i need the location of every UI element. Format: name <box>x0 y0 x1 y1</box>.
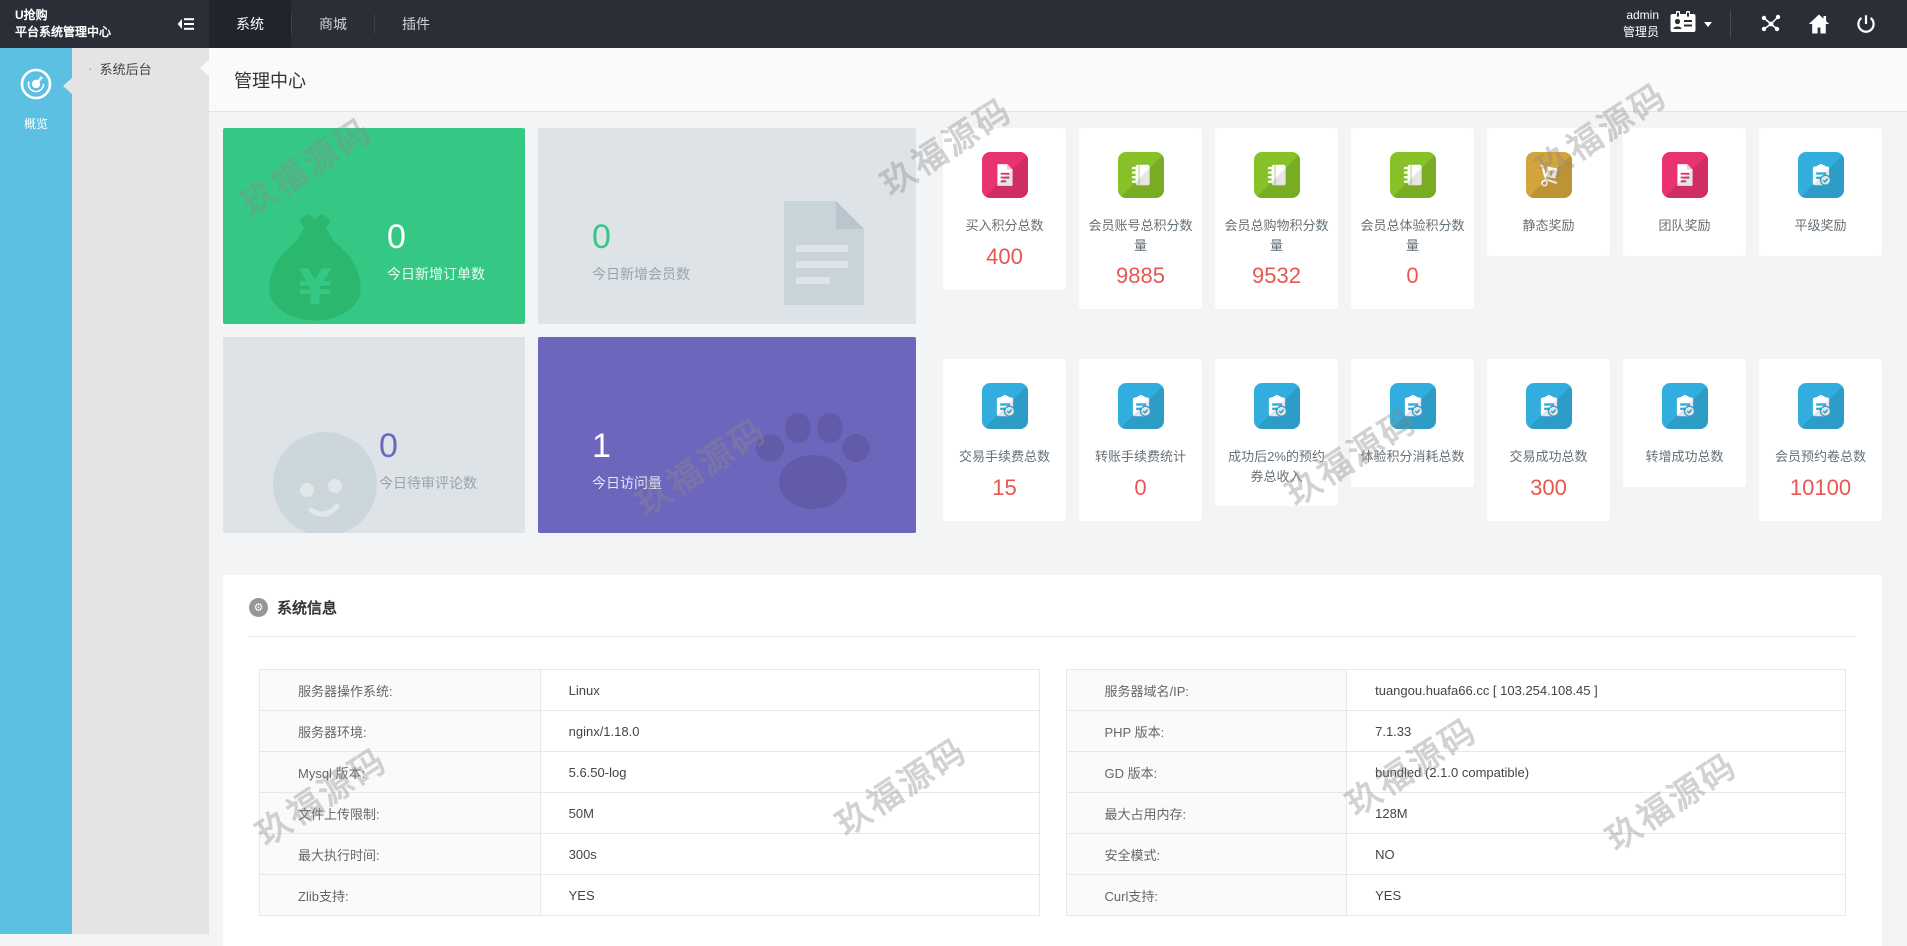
sidebar-toggle-icon[interactable] <box>175 15 195 33</box>
submenu-item-label: 系统后台 <box>100 59 152 78</box>
stat-card-visits: 1 今日访问量 <box>538 337 916 533</box>
user-role: 管理员 <box>1623 24 1659 41</box>
stat-card-buy-points: 买入积分总数 400 <box>943 128 1066 290</box>
stat-card-account-total-points: 会员账号总积分数量 9885 <box>1079 128 1202 309</box>
blue-clipboard-icon <box>1118 383 1164 429</box>
table-row: 服务器操作系统:Linux <box>260 670 1040 711</box>
panel-divider <box>249 636 1856 637</box>
id-card-icon <box>1669 10 1697 39</box>
home-icon[interactable] <box>1795 12 1843 36</box>
sidebar-active-notch <box>63 78 72 94</box>
stat-card-team-reward: 团队奖励 <box>1623 128 1746 256</box>
table-row: 服务器域名/IP:tuangou.huafa66.cc [ 103.254.10… <box>1066 670 1846 711</box>
page-title: 管理中心 <box>234 67 306 93</box>
stat-card-static-reward: 静态奖励 <box>1487 128 1610 256</box>
stat-card-coupon-income: 成功后2%的预约券总收入 <box>1215 359 1338 506</box>
stat-value: 1 <box>592 429 662 463</box>
stat-label: 今日新增订单数 <box>387 264 485 284</box>
green-notebook-icon <box>1118 152 1164 198</box>
main-content: 管理中心 ¥ 0 今日新增订单数 <box>209 48 1907 946</box>
stat-card-reservation-coupons: 会员预约卷总数 10100 <box>1759 359 1882 521</box>
user-name: admin <box>1623 7 1659 24</box>
blue-clipboard-icon <box>1526 383 1572 429</box>
sidebar-item-overview[interactable]: 概览 <box>0 48 72 132</box>
system-info-table-left: 服务器操作系统:Linux 服务器环境:nginx/1.18.0 Mysql 版… <box>259 669 1040 916</box>
stat-card-new-members: 0 今日新增会员数 <box>538 128 916 324</box>
money-bag-icon: ¥ <box>259 205 371 324</box>
small-stat-cards: 买入积分总数 400 会员账号总积分数量 9885 <box>943 128 1882 533</box>
stat-card-trade-fee-total: 交易手续费总数 15 <box>943 359 1066 521</box>
submenu-panel: · 系统后台 <box>72 48 209 934</box>
stat-card-gift-success-total: 转增成功总数 <box>1623 359 1746 487</box>
blue-clipboard-icon <box>1798 383 1844 429</box>
user-menu-button[interactable] <box>1669 10 1712 39</box>
table-row: 服务器环境:nginx/1.18.0 <box>260 711 1040 752</box>
stat-value: 0 <box>379 429 477 463</box>
gauge-icon <box>18 89 54 106</box>
blue-clipboard-icon <box>982 383 1028 429</box>
yellow-trolley-icon <box>1526 152 1572 198</box>
stat-card-experience-points: 会员总体验积分数量 0 <box>1351 128 1474 309</box>
submenu-item-system-backend[interactable]: · 系统后台 <box>72 48 209 88</box>
stat-card-pending-comments: 0 今日待审评论数 <box>223 337 525 533</box>
nav-item-system[interactable]: 系统 <box>209 0 291 48</box>
table-row: 安全模式:NO <box>1066 834 1846 875</box>
stat-card-shopping-points: 会员总购物积分数量 9532 <box>1215 128 1338 309</box>
blue-clipboard-icon <box>1662 383 1708 429</box>
logo: U抢购 平台系统管理中心 <box>0 0 209 48</box>
stat-label: 今日待审评论数 <box>379 473 477 493</box>
system-info-table-right: 服务器域名/IP:tuangou.huafa66.cc [ 103.254.10… <box>1066 669 1847 916</box>
table-row: 文件上传限制:50M <box>260 793 1040 834</box>
stat-card-new-orders: ¥ 0 今日新增订单数 <box>223 128 525 324</box>
power-icon[interactable] <box>1843 13 1889 35</box>
pink-document-icon <box>1662 152 1708 198</box>
main-nav: 系统 商城 插件 <box>209 0 457 48</box>
stat-card-peer-reward: 平级奖励 <box>1759 128 1882 256</box>
table-row: Mysql 版本:5.6.50-log <box>260 752 1040 793</box>
nav-item-plugin[interactable]: 插件 <box>375 0 457 48</box>
stat-value: 0 <box>387 220 485 254</box>
blue-clipboard-icon <box>1798 152 1844 198</box>
blue-clipboard-icon <box>1254 383 1300 429</box>
topbar-divider <box>1730 10 1731 38</box>
logo-line1: U抢购 <box>15 7 111 24</box>
smiley-icon <box>267 426 383 533</box>
topbar: U抢购 平台系统管理中心 系统 商城 插件 admin 管理员 <box>0 0 1907 48</box>
green-notebook-icon <box>1254 152 1300 198</box>
svg-text:¥: ¥ <box>298 259 332 316</box>
table-row: 最大占用内存:128M <box>1066 793 1846 834</box>
blue-clipboard-icon <box>1390 383 1436 429</box>
stat-card-exp-points-consumed: 体验积分消耗总数 <box>1351 359 1474 487</box>
logo-line2: 平台系统管理中心 <box>15 24 111 41</box>
paw-icon <box>748 404 876 521</box>
chevron-down-icon <box>1704 22 1712 27</box>
system-info-title: 系统信息 <box>277 597 337 618</box>
stat-card-transfer-fee: 转账手续费统计 0 <box>1079 359 1202 521</box>
sidebar: 概览 <box>0 48 72 934</box>
stat-card-trade-success-total: 交易成功总数 300 <box>1487 359 1610 521</box>
submenu-active-notch <box>200 60 209 76</box>
table-row: PHP 版本:7.1.33 <box>1066 711 1846 752</box>
big-stat-cards: ¥ 0 今日新增订单数 <box>223 128 916 533</box>
system-info-panel: ⚙ 系统信息 服务器操作系统:Linux 服务器环境:nginx/1.18.0 … <box>223 575 1882 946</box>
document-icon <box>776 201 872 310</box>
clear-cache-icon[interactable] <box>1747 12 1795 36</box>
stat-value: 0 <box>592 220 690 254</box>
title-bar: 管理中心 <box>209 48 1907 112</box>
table-row: 最大执行时间:300s <box>260 834 1040 875</box>
table-row: Zlib支持:YES <box>260 875 1040 916</box>
sidebar-item-label: 概览 <box>0 115 72 132</box>
stat-label: 今日访问量 <box>592 473 662 493</box>
nav-item-mall[interactable]: 商城 <box>292 0 374 48</box>
gear-icon: ⚙ <box>249 598 268 617</box>
green-notebook-icon <box>1390 152 1436 198</box>
table-row: Curl支持:YES <box>1066 875 1846 916</box>
stat-label: 今日新增会员数 <box>592 264 690 284</box>
table-row: GD 版本:bundled (2.1.0 compatible) <box>1066 752 1846 793</box>
pink-document-icon <box>982 152 1028 198</box>
